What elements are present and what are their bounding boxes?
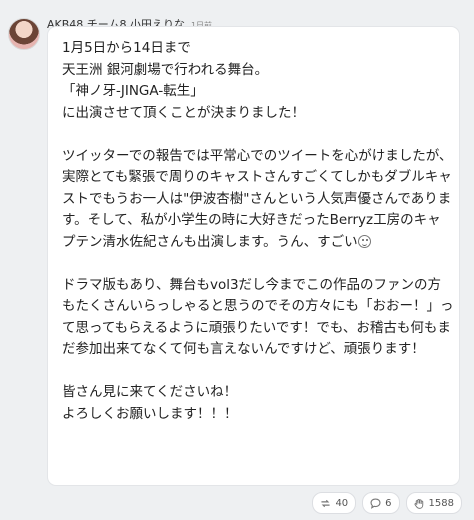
post-line: 皆さん見に来てくださいね！ [62, 384, 238, 400]
post-line: 「神ノ牙-JINGA-転生」 [62, 83, 204, 99]
repost-button[interactable]: 40 [312, 492, 357, 514]
comment-icon [370, 497, 381, 509]
like-count: 1588 [428, 497, 454, 509]
post-line: に出演させて頂くことが決まりました！ [62, 104, 305, 121]
repost-icon [321, 499, 330, 507]
like-button[interactable]: 1588 [405, 492, 462, 514]
comment-count: 6 [385, 497, 392, 509]
post-line: よろしくお願いします！！！ [62, 405, 238, 422]
post-line: 天王洲 銀河劇場で行われる舞台。 [62, 61, 269, 78]
post-text: ツイッターでの報告では平常心でのツイートを心がけましたが、実際とても緊張で周りの… [62, 147, 453, 250]
post-body: 1月5日から14日まで 天王洲 銀河劇場で行われる舞台。 「神ノ牙-JINGA-… [62, 38, 454, 425]
post-actions: 40 6 1588 [312, 492, 462, 514]
like-hand-icon [414, 498, 423, 509]
comment-button[interactable]: 6 [362, 492, 400, 514]
post-paragraph: ツイッターでの報告では平常心でのツイートを心がけましたが、実際とても緊張で周りの… [62, 146, 454, 254]
post-bubble: 1月5日から14日まで 天王洲 銀河劇場で行われる舞台。 「神ノ牙-JINGA-… [48, 27, 459, 485]
post-line: 1月5日から14日まで [62, 40, 191, 56]
post-paragraph: ドラマ版もあり、舞台もvol3だし今までこの作品のファンの方もたくさんいらっしゃ… [62, 276, 454, 358]
smile-emoji-icon [357, 234, 371, 248]
repost-count: 40 [335, 497, 349, 509]
avatar[interactable] [8, 18, 40, 50]
